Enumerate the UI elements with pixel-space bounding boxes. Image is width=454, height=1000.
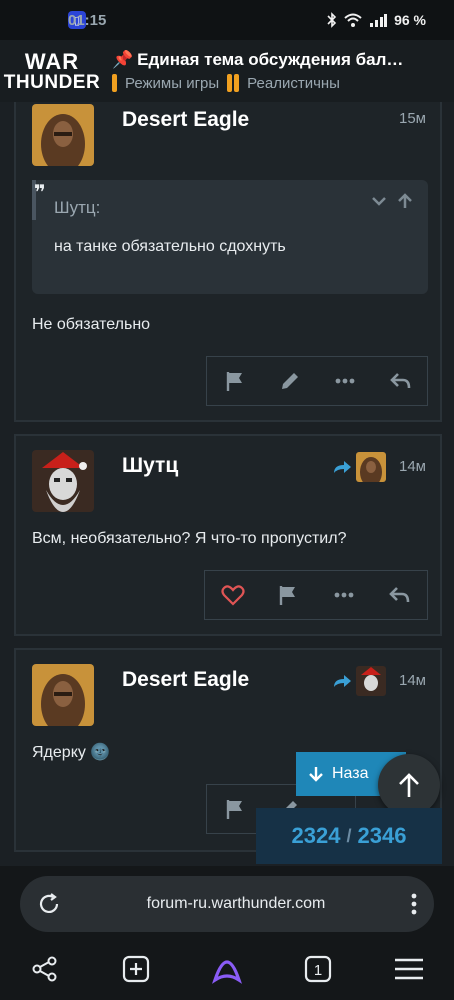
post-actions — [206, 356, 428, 406]
like-button[interactable] — [213, 575, 253, 615]
post-username[interactable]: Desert Eagle — [122, 668, 249, 692]
tabs-count-icon: 1 — [304, 955, 331, 983]
edit-button[interactable] — [270, 361, 310, 401]
counter-total: 2346 — [357, 823, 407, 848]
tabs-button[interactable]: 1 — [296, 947, 340, 991]
post-username[interactable]: Шутц — [122, 454, 178, 478]
post-username[interactable]: Desert Eagle — [122, 108, 249, 132]
forum-header: WAR THUNDER 📌 Единая тема обсуждения бал…… — [0, 40, 454, 102]
counter-current: 2324 — [291, 823, 341, 848]
plus-square-icon — [123, 955, 150, 983]
post-time[interactable]: 15м — [399, 110, 426, 127]
reply-icon — [389, 587, 410, 603]
reply-to-indicator[interactable] — [332, 666, 386, 696]
flag-button[interactable] — [215, 361, 255, 401]
avatar[interactable] — [32, 664, 94, 726]
post-body: Всм, необязательно? Я что-то пропустил? — [32, 530, 347, 547]
warthunder-logo[interactable]: WAR THUNDER — [0, 40, 104, 102]
bluetooth-icon — [327, 12, 337, 28]
ellipsis-icon — [335, 378, 354, 384]
signal-icon — [370, 14, 388, 27]
flag-button[interactable] — [215, 789, 255, 829]
quote-text: на танке обязательно сдохнуть — [54, 238, 286, 255]
status-time: 01:15 — [68, 11, 107, 29]
share-arrow-icon — [334, 675, 351, 687]
reply-button[interactable] — [379, 575, 419, 615]
quote-block: ❞ Шутц: на танке обязательно сдохнуть — [32, 180, 428, 294]
wifi-icon — [344, 13, 362, 27]
avatar[interactable] — [32, 104, 94, 166]
avatar[interactable] — [32, 450, 94, 512]
post-time[interactable]: 14м — [399, 672, 426, 689]
post-body: Не обязательно — [32, 316, 151, 333]
breadcrumb: Режимы игры Реалистичны — [112, 74, 454, 92]
url-text[interactable]: forum-ru.warthunder.com — [62, 895, 410, 913]
heart-icon — [221, 585, 245, 606]
flag-button[interactable] — [268, 575, 308, 615]
back-button-label: Наза — [332, 765, 369, 782]
tabs-count: 1 — [314, 962, 322, 979]
post-actions — [204, 570, 428, 620]
logo-line2: THUNDER — [3, 71, 101, 93]
share-arrow-icon — [334, 461, 351, 473]
reply-to-indicator[interactable] — [332, 452, 386, 482]
more-button[interactable] — [325, 361, 365, 401]
post: Desert Eagle 15м ❞ Шутц: на танке обязат… — [14, 102, 442, 422]
post-counter[interactable]: 2324 / 2346 — [256, 808, 442, 864]
scroll-top-button[interactable] — [378, 754, 440, 816]
browser-toolbar: forum-ru.warthunder.com — [0, 866, 454, 938]
address-bar[interactable]: forum-ru.warthunder.com — [20, 876, 434, 932]
subcategory-bar2-icon — [234, 74, 240, 92]
more-button[interactable] — [324, 575, 364, 615]
browser-nav-bar: 1 — [0, 938, 454, 1000]
post-body: Ядерку 🌚 — [32, 742, 110, 762]
arrow-up-icon[interactable] — [396, 192, 414, 210]
reply-button[interactable] — [380, 361, 420, 401]
alice-icon — [211, 960, 242, 984]
arrow-up-icon — [399, 773, 419, 797]
flag-icon — [226, 372, 242, 391]
status-bar: 01:15 ▯ 96 % — [0, 0, 454, 40]
hamburger-icon — [394, 958, 423, 980]
arrow-down-icon — [309, 767, 323, 782]
status-right: 96 % — [327, 12, 426, 28]
post-time[interactable]: 14м — [399, 458, 426, 475]
post: Шутц 14м Всм, необязательно? Я что-то пр… — [14, 434, 442, 636]
reply-to-avatar — [356, 666, 386, 696]
pin-icon: 📌 — [112, 50, 134, 69]
alice-assistant-button[interactable] — [205, 947, 249, 991]
breadcrumb-category[interactable]: Режимы игры — [125, 75, 219, 92]
quote-tools — [370, 192, 414, 210]
reload-icon[interactable] — [36, 891, 62, 917]
flag-icon — [226, 800, 242, 819]
quote-author[interactable]: Шутц: — [54, 198, 100, 218]
ellipsis-icon — [334, 592, 354, 598]
battery-level: 96 % — [394, 12, 426, 28]
breadcrumb-subcategory[interactable]: Реалистичны — [247, 75, 340, 92]
quote-mark-icon: ❞ — [34, 182, 46, 204]
topic-title[interactable]: 📌 Единая тема обсуждения бал… — [112, 50, 454, 70]
new-tab-button[interactable] — [114, 947, 158, 991]
share-icon — [32, 956, 57, 982]
counter-separator: / — [346, 825, 352, 846]
menu-button[interactable] — [387, 947, 431, 991]
reply-icon — [389, 373, 410, 389]
post-body-text: Ядерку — [32, 744, 86, 761]
logo-line1: WAR — [24, 48, 80, 74]
topic-title-text: Единая тема обсуждения бал… — [137, 50, 404, 69]
flag-icon — [280, 586, 296, 605]
category-bar-icon — [112, 74, 117, 92]
subcategory-bar-icon — [227, 74, 233, 92]
kebab-menu-icon[interactable] — [410, 892, 418, 916]
topic-info: 📌 Единая тема обсуждения бал… Режимы игры… — [104, 50, 454, 92]
new-moon-face-emoji: 🌚 — [90, 744, 111, 761]
reply-to-avatar — [356, 452, 386, 482]
share-button[interactable] — [23, 947, 67, 991]
pencil-icon — [281, 373, 298, 389]
chevron-down-icon[interactable] — [370, 192, 388, 210]
